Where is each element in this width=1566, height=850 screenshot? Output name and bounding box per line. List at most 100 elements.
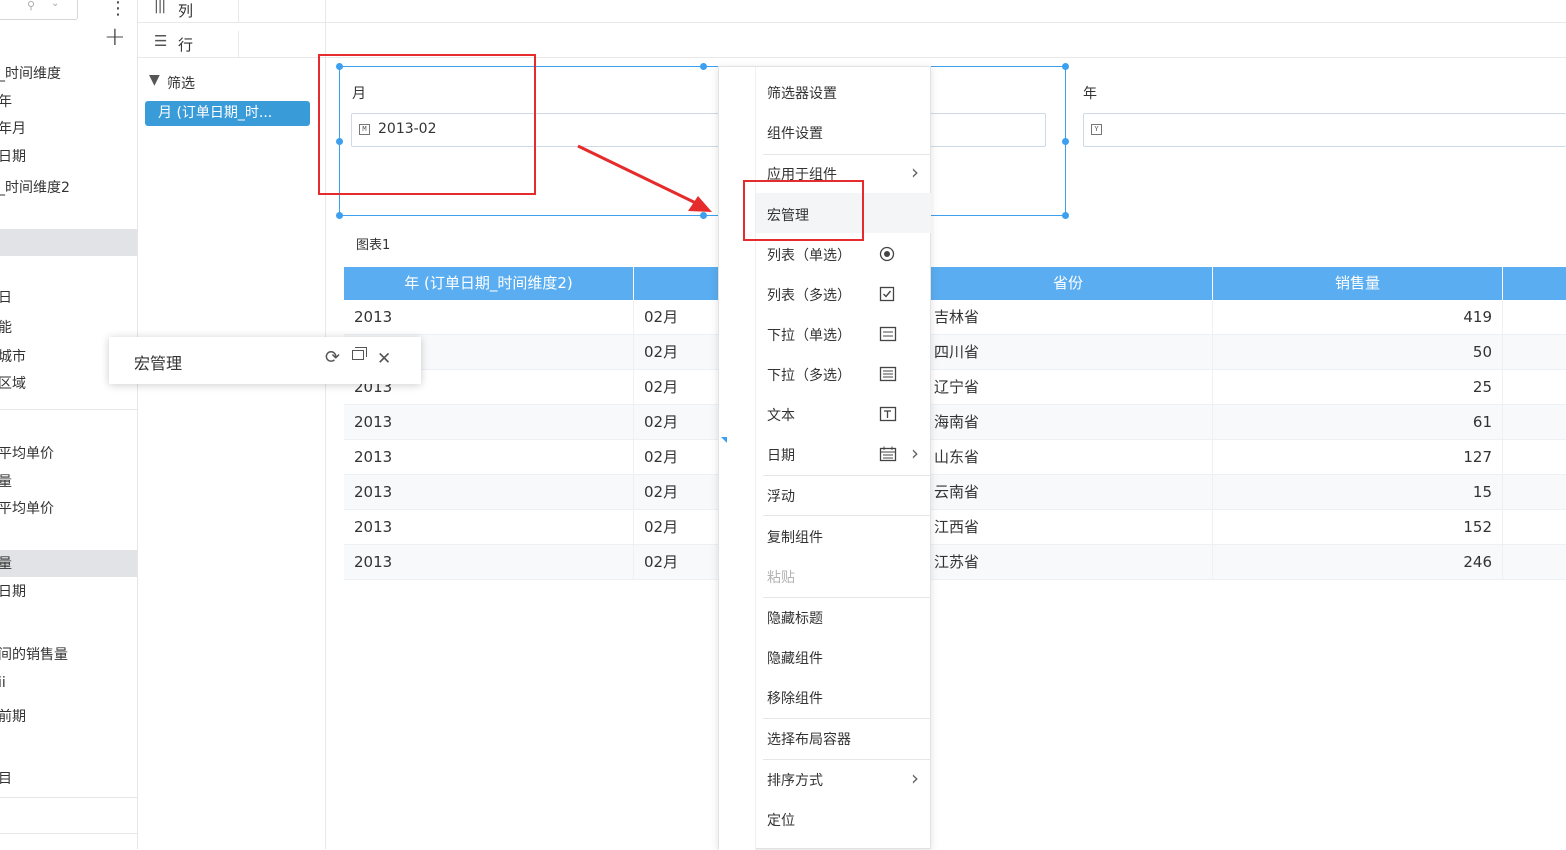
menu-separator: [763, 718, 931, 719]
cell-province: 吉林省: [924, 300, 1213, 335]
menu-item[interactable]: 列表（多选）: [767, 285, 851, 305]
table-row[interactable]: 02月 四川省 50: [344, 335, 1566, 370]
year-date-input[interactable]: Y: [1083, 113, 1566, 147]
menu-item[interactable]: 排序方式: [767, 770, 823, 790]
field-search-box[interactable]: ⚲ ⌄: [0, 0, 78, 20]
field-item[interactable]: 间的销售量: [0, 644, 68, 664]
field-item[interactable]: 能: [0, 317, 12, 337]
cell-year: 2013: [344, 545, 634, 580]
calendar-icon: [879, 446, 897, 466]
menu-item[interactable]: 隐藏标题: [767, 608, 823, 628]
menu-separator: [763, 597, 931, 598]
menu-item[interactable]: 下拉（单选）: [767, 325, 851, 345]
close-icon[interactable]: ✕: [377, 349, 391, 369]
table-row[interactable]: 2013 02月 江苏省 246: [344, 545, 1566, 580]
cell-sales: 15: [1213, 475, 1503, 510]
cell-sales: 127: [1213, 440, 1503, 475]
dropdown-single-icon: [879, 326, 897, 346]
resize-handle[interactable]: [1062, 138, 1069, 145]
menu-item[interactable]: 移除组件: [767, 688, 823, 708]
cell-extra: [1503, 335, 1566, 370]
field-item[interactable]: 日期: [0, 581, 26, 601]
field-item[interactable]: 目: [0, 768, 12, 788]
refresh-icon[interactable]: ⟳: [325, 347, 340, 368]
checkbox-icon: [879, 286, 895, 306]
menu-item[interactable]: 隐藏组件: [767, 648, 823, 668]
macro-panel-title: 宏管理: [134, 354, 183, 373]
resize-handle[interactable]: [336, 212, 343, 219]
cell-extra: [1503, 510, 1566, 545]
table-header-year[interactable]: 年 (订单日期_时间维度2): [344, 267, 634, 300]
restore-window-icon-back: [355, 347, 367, 357]
field-item[interactable]: 日: [0, 287, 12, 307]
cell-province: 四川省: [924, 335, 1213, 370]
menu-item[interactable]: 浮动: [767, 486, 795, 506]
field-item[interactable]: 平均单价: [0, 498, 54, 518]
table-row[interactable]: 2013 02月 辽宁省 25: [344, 370, 1566, 405]
cell-extra: [1503, 475, 1566, 510]
field-item[interactable]: 城市: [0, 346, 26, 366]
field-item[interactable]: 区域: [0, 373, 26, 393]
field-item[interactable]: 平均单价: [0, 443, 54, 463]
column-bar-label: 列: [178, 2, 194, 20]
menu-item[interactable]: 选择布局容器: [767, 729, 851, 749]
field-item[interactable]: 年月: [0, 118, 26, 138]
menu-separator: [763, 154, 931, 155]
table-header-province[interactable]: 省份: [924, 267, 1213, 300]
annotation-arrow: [577, 144, 712, 212]
table-row[interactable]: 2013 02月 吉林省 419: [344, 300, 1566, 335]
table-row[interactable]: 2013 02月 江西省 152: [344, 510, 1566, 545]
cell-extra: [1503, 370, 1566, 405]
menu-item[interactable]: 文本: [767, 405, 795, 425]
more-options-icon[interactable]: ⋮: [109, 0, 127, 19]
table-header-sales[interactable]: 销售量: [1213, 267, 1503, 300]
macro-management-panel[interactable]: 宏管理 ⟳ ✕: [109, 337, 421, 384]
menu-item[interactable]: 筛选器设置: [767, 83, 837, 103]
table-row[interactable]: 2013 02月 云南省 15: [344, 475, 1566, 510]
field-item[interactable]: ii: [0, 675, 6, 691]
field-item[interactable]: 量: [0, 553, 12, 573]
field-item[interactable]: 量: [0, 471, 12, 491]
menu-item[interactable]: 组件设置: [767, 123, 823, 143]
resize-handle[interactable]: [1062, 212, 1069, 219]
field-item[interactable]: 年: [0, 91, 12, 111]
menu-separator: [763, 759, 931, 760]
cell-extra: [1503, 405, 1566, 440]
column-bar[interactable]: ||| 列: [138, 0, 1566, 23]
axis-bars: ||| 列 ☰ 行: [138, 0, 1566, 58]
table-header-extra[interactable]: [1503, 267, 1566, 300]
annotation-box-macro-item: [743, 180, 864, 241]
filter-field-chip[interactable]: 月 (订单日期_时...: [145, 101, 310, 126]
table-row[interactable]: 2013 02月 山东省 127: [344, 440, 1566, 475]
corner-marker: [721, 437, 727, 443]
cell-province: 山东省: [924, 440, 1213, 475]
field-item[interactable]: 日期: [0, 146, 26, 166]
chevron-down-icon[interactable]: ⌄: [51, 0, 59, 9]
chevron-right-icon: ›: [911, 766, 919, 790]
table-row[interactable]: 2013 02月 海南省 61: [344, 405, 1566, 440]
cell-province: 海南省: [924, 405, 1213, 440]
cell-extra: [1503, 440, 1566, 475]
cell-year: 2013: [344, 510, 634, 545]
menu-item[interactable]: 列表（单选）: [767, 245, 851, 265]
menu-item[interactable]: 日期: [767, 445, 795, 465]
divider: [0, 797, 137, 798]
field-item[interactable]: _时间维度2: [0, 177, 70, 197]
resize-handle[interactable]: [700, 63, 707, 70]
menu-separator: [763, 515, 931, 516]
field-item[interactable]: 前期: [0, 706, 26, 726]
text-icon: [879, 406, 897, 426]
cell-sales: 61: [1213, 405, 1503, 440]
year-calendar-icon: Y: [1091, 124, 1102, 135]
cell-sales: 152: [1213, 510, 1503, 545]
dropdown-multi-icon: [879, 366, 897, 386]
menu-item[interactable]: 下拉（多选）: [767, 365, 851, 385]
field-item[interactable]: _时间维度: [0, 63, 61, 83]
add-field-icon[interactable]: +: [104, 22, 126, 52]
menu-item[interactable]: 定位: [767, 810, 795, 830]
resize-handle[interactable]: [1062, 63, 1069, 70]
cell-province: 江西省: [924, 510, 1213, 545]
divider: [238, 31, 239, 57]
menu-item[interactable]: 复制组件: [767, 527, 823, 547]
divider: [238, 0, 239, 22]
